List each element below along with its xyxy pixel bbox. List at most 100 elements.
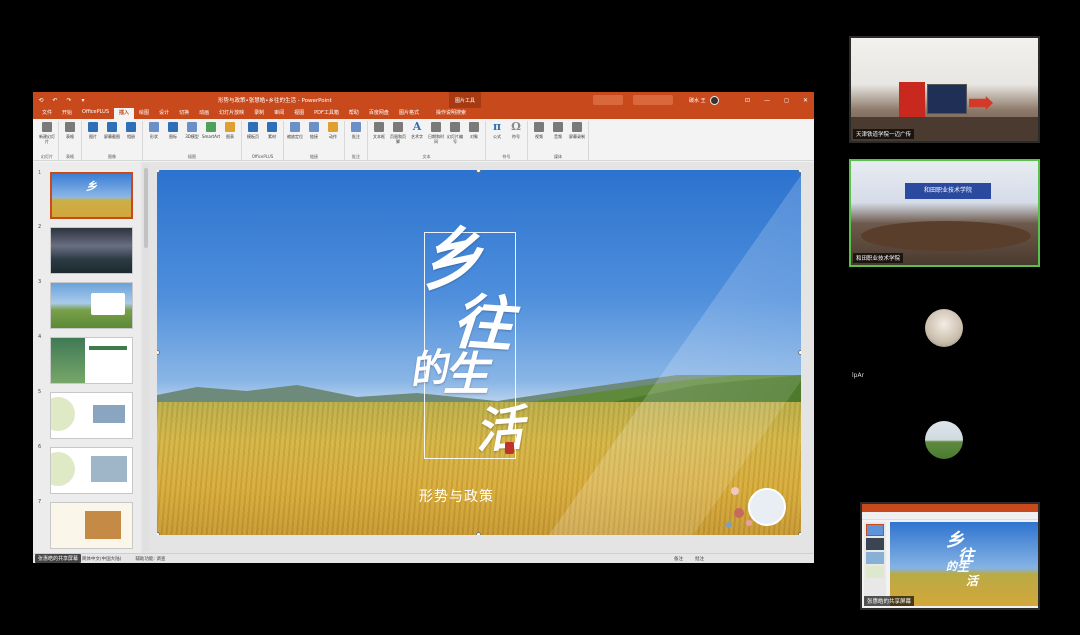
ribbon-tabs: 文件 开始 OfficePLUS 插入 绘图 设计 切换 动画 幻灯片放映 录制… — [33, 108, 814, 119]
tab-record[interactable]: 录制 — [249, 108, 269, 119]
close-icon[interactable]: ✕ — [803, 97, 808, 104]
minimize-icon[interactable]: — — [764, 97, 770, 104]
slide-thumbnail-2[interactable] — [50, 227, 133, 274]
tab-home[interactable]: 开始 — [57, 108, 77, 119]
ribbon-insert: 新建幻灯片 幻灯片 表格 表格 图片 屏幕截图 相册 图像 形状 图标 3D模型… — [33, 119, 814, 161]
materials-button[interactable]: 素材 — [263, 121, 281, 153]
group-label: 插图 — [188, 154, 196, 159]
account-area[interactable]: 碳水 王 — [689, 95, 719, 105]
tab-officeplus[interactable]: OfficePLUS — [77, 108, 114, 119]
template-page-button[interactable]: 模板页 — [244, 121, 262, 153]
thumbnail-scrollbar[interactable] — [143, 164, 149, 551]
text-box-button[interactable]: 文本框 — [370, 121, 388, 153]
tab-baidu-netdisk[interactable]: 百度网盘 — [364, 108, 394, 119]
red-seal — [505, 442, 514, 454]
audio-button[interactable]: 音频 — [549, 121, 567, 153]
date-time-button[interactable]: 日期和时间 — [427, 121, 445, 153]
tell-me-search[interactable]: 操作说明搜索 — [430, 108, 472, 119]
selection-handle[interactable] — [798, 170, 801, 173]
wordart-icon: A — [412, 120, 422, 133]
smartart-button[interactable]: SmartArt — [202, 121, 220, 153]
screen-display — [927, 84, 967, 114]
slide-thumbnail-6[interactable] — [50, 447, 133, 494]
avatar[interactable] — [709, 95, 719, 105]
group-label: OfficePLUS — [251, 154, 274, 159]
comments-button[interactable]: 批注 — [695, 556, 704, 562]
picture-icon — [88, 122, 98, 132]
maximize-icon[interactable]: ◻ — [784, 97, 789, 104]
participant-label: lpAr — [852, 372, 865, 379]
blurred-region — [633, 95, 673, 105]
screen-recording-icon — [572, 122, 582, 132]
3d-models-button[interactable]: 3D模型 — [183, 121, 201, 153]
3d-model-icon — [187, 122, 197, 132]
group-text: 文本框 页眉和页脚 A 艺术字 日期和时间 幻灯片编号 对象 文本 — [368, 121, 486, 160]
pictures-button[interactable]: 图片 — [84, 121, 102, 153]
notes-button[interactable]: 备注 — [674, 556, 683, 562]
new-slide-button[interactable]: 新建幻灯片 — [38, 121, 56, 153]
ribbon-display-options-icon[interactable]: ⊡ — [745, 97, 750, 104]
workspace: 1 乡 2 3 4 5 6 7 乡 往 的 生 活 形势与政策 — [33, 162, 814, 553]
tab-animations[interactable]: 动画 — [194, 108, 214, 119]
chart-button[interactable]: 图表 — [221, 121, 239, 153]
selection-handle[interactable] — [798, 350, 801, 355]
participant-avatar-1[interactable] — [925, 309, 963, 347]
action-button[interactable]: 动作 — [324, 121, 342, 153]
selection-handle[interactable] — [798, 532, 801, 535]
language-indicator[interactable]: 简体中文(中国大陆) — [82, 556, 122, 562]
tab-view[interactable]: 视图 — [289, 108, 309, 119]
object-button[interactable]: 对象 — [465, 121, 483, 153]
tab-review[interactable]: 审阅 — [269, 108, 289, 119]
tab-pdf-tools[interactable]: PDF工具箱 — [309, 108, 344, 119]
screen-recording-button[interactable]: 屏幕录制 — [568, 121, 586, 153]
link-button[interactable]: 链接 — [305, 121, 323, 153]
group-slides: 新建幻灯片 幻灯片 — [36, 121, 59, 160]
undo-icon[interactable]: ↶ — [51, 97, 59, 104]
participant-avatar-2[interactable] — [925, 421, 963, 459]
tab-draw[interactable]: 绘图 — [134, 108, 154, 119]
equation-button[interactable]: π 公式 — [488, 121, 506, 153]
symbol-button[interactable]: Ω 符号 — [507, 121, 525, 153]
participant-tile-2[interactable]: 和田职业技术学院 和田职业技术学院 — [849, 159, 1040, 267]
customize-qat-icon[interactable]: ▾ — [79, 97, 87, 104]
group-illustrations: 形状 图标 3D模型 SmartArt 图表 插图 — [143, 121, 242, 160]
tab-slideshow[interactable]: 幻灯片放映 — [214, 108, 249, 119]
wordart-button[interactable]: A 艺术字 — [408, 121, 426, 153]
tab-file[interactable]: 文件 — [37, 108, 57, 119]
room-banner: 和田职业技术学院 — [905, 183, 991, 199]
slide-thumbnail-3[interactable] — [50, 282, 133, 329]
slide-thumbnail-1[interactable]: 乡 — [50, 172, 133, 219]
slide-thumbnail-7[interactable] — [50, 502, 133, 549]
group-label: 媒体 — [554, 154, 562, 159]
slide-number-button[interactable]: 幻灯片编号 — [446, 121, 464, 153]
shapes-button[interactable]: 形状 — [145, 121, 163, 153]
autosave-icon[interactable]: ⟲ — [37, 97, 45, 104]
tab-transitions[interactable]: 切换 — [174, 108, 194, 119]
scrollbar-handle[interactable] — [144, 168, 148, 248]
photo-album-button[interactable]: 相册 — [122, 121, 140, 153]
zoom-button[interactable]: 缩放定位 — [286, 121, 304, 153]
slide-canvas[interactable]: 乡 往 的 生 活 形势与政策 — [157, 170, 801, 535]
video-button[interactable]: 视频 — [530, 121, 548, 153]
mini-slide: 乡 往 的 生 活 — [890, 522, 1038, 606]
participant-tile-3[interactable]: 乡 往 的 生 活 张惠皓的共享屏幕 — [860, 502, 1040, 610]
slide-thumbnail-5[interactable] — [50, 392, 133, 439]
icons-button[interactable]: 图标 — [164, 121, 182, 153]
redo-icon[interactable]: ↷ — [65, 97, 73, 104]
header-footer-button[interactable]: 页眉和页脚 — [389, 121, 407, 153]
table-button[interactable]: 表格 — [61, 121, 79, 153]
slide-thumbnail-4[interactable] — [50, 337, 133, 384]
new-slide-icon — [42, 122, 52, 132]
comment-button[interactable]: 批注 — [347, 121, 365, 153]
accessibility-status[interactable]: 辅助功能: 调查 — [135, 556, 165, 562]
selection-handle[interactable] — [157, 532, 160, 535]
tab-help[interactable]: 帮助 — [344, 108, 364, 119]
table-icon — [65, 122, 75, 132]
tab-picture-format[interactable]: 图片格式 — [394, 108, 424, 119]
selection-handle[interactable] — [476, 532, 481, 535]
tab-design[interactable]: 设计 — [154, 108, 174, 119]
participant-tile-1[interactable]: 天津铁道学院一迈广传 — [849, 36, 1040, 143]
group-label: 表格 — [66, 154, 74, 159]
screenshot-button[interactable]: 屏幕截图 — [103, 121, 121, 153]
tab-insert[interactable]: 插入 — [114, 108, 135, 119]
